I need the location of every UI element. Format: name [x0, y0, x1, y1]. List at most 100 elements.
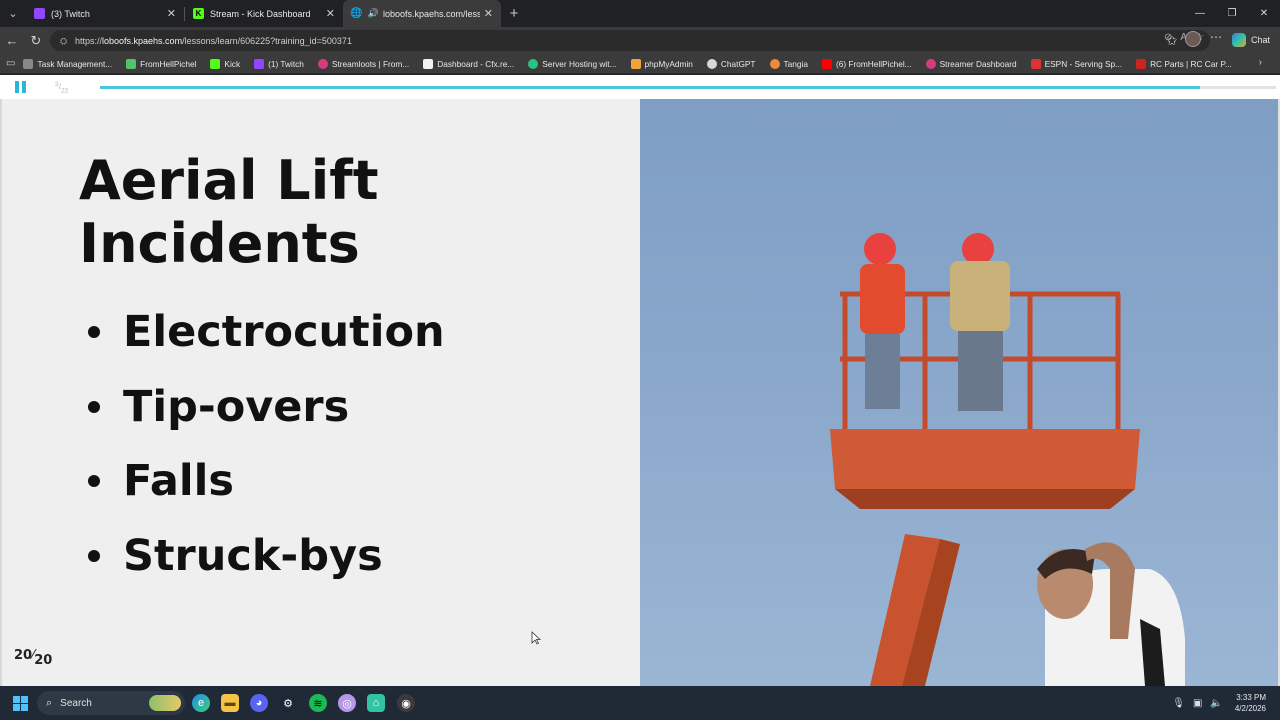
bookmark-favicon — [769, 58, 780, 69]
tab-title: Stream - Kick Dashboard — [210, 8, 311, 19]
tab-lesson-active[interactable]: 🌐 🔊 loboofs.kpaehs.com/lessons/l ✕ — [343, 0, 501, 27]
close-tab-icon[interactable]: ✕ — [484, 7, 493, 20]
bullet-icon — [88, 326, 100, 339]
microphone-icon[interactable]: 🎙 — [1172, 698, 1185, 709]
bookmark-youtube-fromhellpichel[interactable]: (6) FromHellPichel... — [821, 58, 912, 69]
chevron-right-icon[interactable]: › — [1259, 57, 1262, 68]
bookmark-fromhellpichel[interactable]: FromHellPichel — [126, 58, 196, 69]
lesson-progress-bar[interactable] — [100, 86, 1276, 89]
minimize-icon[interactable]: — — [1184, 0, 1216, 27]
discord-icon[interactable]: ◕ — [250, 694, 268, 712]
bookmark-favicon — [706, 58, 717, 69]
kick-icon: K — [193, 8, 204, 19]
list-item: Struck-bys — [88, 519, 445, 594]
search-icon: ⌕ — [46, 696, 53, 709]
system-tray: 🎙 ▣ 🔈 3:33 PM 4/2/2026 — [1172, 686, 1280, 720]
bookmark-favicon — [1030, 58, 1041, 69]
bookmark-espn[interactable]: ESPN - Serving Sp... — [1030, 58, 1122, 69]
bullet-icon — [88, 549, 100, 562]
bookmark-task-management[interactable]: Task Management... — [23, 58, 112, 69]
bookmark-kick[interactable]: Kick — [210, 58, 240, 69]
bookmark-favicon — [254, 58, 265, 69]
url-text: https://loboofs.kpaehs.com/lessons/learn… — [75, 35, 352, 46]
bookmark-favicon — [210, 58, 221, 69]
browser-toolbar: ← ↻ ⛭ https://loboofs.kpaehs.com/lessons… — [0, 27, 1280, 54]
bookmark-streamloots[interactable]: Streamloots | From... — [317, 58, 409, 69]
taskbar-search-box[interactable]: ⌕ Search — [37, 691, 185, 715]
list-item: Electrocution — [88, 295, 445, 370]
bookmark-favicon — [423, 58, 434, 69]
slide-text-panel: Aerial Lift Incidents Electrocution Tip-… — [2, 99, 640, 686]
list-item: Falls — [88, 444, 445, 519]
bookmark-chatgpt[interactable]: ChatGPT — [706, 58, 756, 69]
speaker-icon[interactable]: 🔊 — [368, 8, 379, 19]
tab-title: loboofs.kpaehs.com/lessons/l — [383, 8, 480, 19]
address-bar[interactable]: ⛭ https://loboofs.kpaehs.com/lessons/lea… — [50, 30, 1210, 51]
close-tab-icon[interactable]: ✕ — [167, 7, 176, 20]
bookmark-favicon — [630, 58, 641, 69]
bookmark-phpmyadmin[interactable]: phpMyAdmin — [630, 58, 693, 69]
list-item: Tip-overs — [88, 370, 445, 445]
slide-counter: 3/22 — [55, 81, 69, 95]
bookmark-server-hosting[interactable]: Server Hosting wit... — [528, 58, 617, 69]
copilot-icon — [1232, 32, 1246, 47]
new-tab-button[interactable]: + — [501, 5, 527, 22]
steam-icon[interactable]: ⚙ — [279, 694, 297, 712]
search-label: Search — [60, 697, 92, 709]
edge-browser-icon[interactable]: e — [192, 694, 210, 712]
copilot-chat-button[interactable]: Chat — [1232, 31, 1270, 48]
pause-icon[interactable] — [15, 81, 27, 93]
twitch-icon — [34, 8, 45, 19]
lesson-player-bar: 3/22 — [0, 75, 1280, 99]
tab-title: (3) Twitch — [51, 8, 90, 19]
slide-title-line: Incidents — [79, 212, 360, 275]
bookmark-favicon — [528, 58, 539, 69]
obs-icon[interactable]: ◉ — [397, 694, 415, 712]
bookmark-favicon — [23, 58, 34, 69]
favorites-icon[interactable]: ✩ — [1160, 29, 1184, 53]
file-explorer-icon[interactable]: ▬ — [221, 694, 239, 712]
globe-icon: 🌐 — [350, 8, 363, 19]
bookmark-rc-parts[interactable]: RC Parts | RC Car P... — [1136, 58, 1232, 69]
system-clock[interactable]: 3:33 PM 4/2/2026 — [1235, 692, 1266, 714]
refresh-icon[interactable]: ↻ — [24, 29, 48, 53]
more-options-icon[interactable]: ⋯ — [1210, 30, 1222, 44]
tab-kick-dashboard[interactable]: K Stream - Kick Dashboard ✕ — [185, 0, 343, 27]
chat-label: Chat — [1251, 34, 1271, 45]
tab-twitch[interactable]: (3) Twitch ✕ — [26, 0, 184, 27]
window-controls: — ❐ ✕ — [1184, 0, 1280, 27]
close-tab-icon[interactable]: ✕ — [326, 7, 335, 20]
volume-icon[interactable]: 🔈 — [1210, 698, 1222, 709]
bookmarks-bar: ▭ Task Management... FromHellPichel Kick… — [0, 54, 1280, 74]
windows-start-icon[interactable] — [13, 696, 28, 711]
bullet-list: Electrocution Tip-overs Falls Struck-bys — [88, 295, 445, 593]
restore-icon[interactable]: ❐ — [1216, 0, 1248, 27]
slide-title: Aerial Lift Incidents — [79, 149, 599, 275]
clock-date: 4/2/2026 — [1234, 704, 1266, 713]
bookmark-twitch[interactable]: (1) Twitch — [254, 58, 304, 69]
browser-tab-strip: ⌄ (3) Twitch ✕ K Stream - Kick Dashboard… — [0, 0, 1280, 27]
bullet-icon — [88, 475, 100, 488]
bookmark-tangia[interactable]: Tangia — [769, 58, 808, 69]
clock-time: 3:33 PM — [1236, 693, 1266, 702]
bookmark-cfx-dashboard[interactable]: Dashboard - Cfx.re... — [423, 58, 514, 69]
avatar[interactable] — [1185, 31, 1201, 47]
aerial-lift-illustration — [830, 233, 1185, 686]
network-icon[interactable]: ▣ — [1193, 698, 1202, 709]
bookmark-favicon — [126, 58, 137, 69]
bullet-icon — [88, 400, 100, 413]
bookmark-favicon — [1136, 58, 1147, 69]
bookmark-favicon — [925, 58, 936, 69]
bookmark-favicon — [317, 58, 328, 69]
bookmark-streamer-dashboard[interactable]: Streamer Dashboard — [925, 58, 1017, 69]
site-info-icon[interactable]: ⛭ — [60, 36, 70, 46]
progress-fill — [100, 86, 1200, 89]
bookmark-favicon — [821, 58, 832, 69]
streamlabs-icon[interactable]: ⌂ — [367, 694, 385, 712]
tab-actions-menu-button[interactable]: ⌄ — [0, 0, 26, 27]
close-window-icon[interactable]: ✕ — [1248, 0, 1280, 27]
spotify-icon[interactable]: ≋ — [309, 694, 327, 712]
bookmark-collections-icon[interactable]: ▭ — [6, 58, 15, 69]
app-icon[interactable]: ◎ — [338, 694, 356, 712]
back-arrow-icon[interactable]: ← — [0, 29, 24, 53]
